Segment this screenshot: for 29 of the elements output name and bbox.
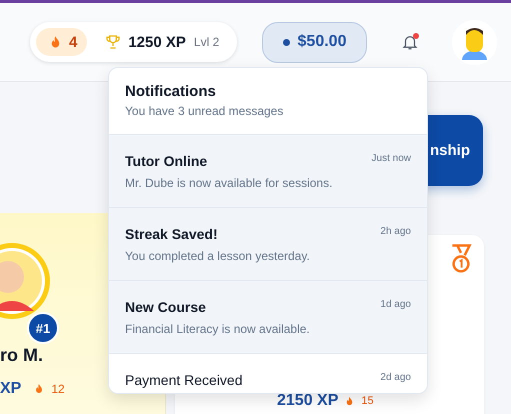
leader-streak: 15 <box>361 395 374 407</box>
rank-badge: #1 <box>27 312 59 344</box>
dropdown-title: Notifications <box>125 83 217 100</box>
notification-time: 2h ago <box>380 226 411 237</box>
notification-body: You completed a lesson yesterday. <box>125 249 311 263</box>
streak-count: 4 <box>69 34 78 50</box>
notification-item[interactable]: Streak Saved! 2h ago You completed a lesson yesterday. <box>109 208 427 281</box>
leader-name: ro M. <box>0 345 43 365</box>
trophy-icon <box>105 34 122 50</box>
level-label: Lvl 2 <box>194 35 220 49</box>
dropdown-subtitle: You have 3 unread messages <box>125 104 284 118</box>
leader-xp: 2150 XP <box>277 392 338 410</box>
notification-title: Payment Received <box>125 372 243 388</box>
avatar[interactable] <box>452 20 497 64</box>
notification-time: 1d ago <box>380 299 411 310</box>
notification-title: Tutor Online <box>125 153 208 169</box>
xp-total: 1250 XP <box>128 34 186 50</box>
notification-item[interactable]: Payment Received 2d ago <box>109 354 427 393</box>
notification-title: New Course <box>125 299 206 315</box>
notification-body: Financial Literacy is now available. <box>125 322 311 336</box>
balance-button[interactable]: $50.00 <box>262 22 367 62</box>
leader-xp: XP <box>0 380 22 398</box>
notification-body: Mr. Dube is now available for sessions. <box>125 176 334 190</box>
notification-item[interactable]: Tutor Online Just now Mr. Dube is now available for sessions. <box>109 135 427 208</box>
notification-bell-icon[interactable] <box>401 33 419 51</box>
notification-item[interactable]: New Course 1d ago Financial Literacy is now available. <box>109 281 427 354</box>
notification-time: 2d ago <box>380 372 411 383</box>
notification-title: Streak Saved! <box>125 226 218 242</box>
leader-streak: 12 <box>51 382 65 396</box>
